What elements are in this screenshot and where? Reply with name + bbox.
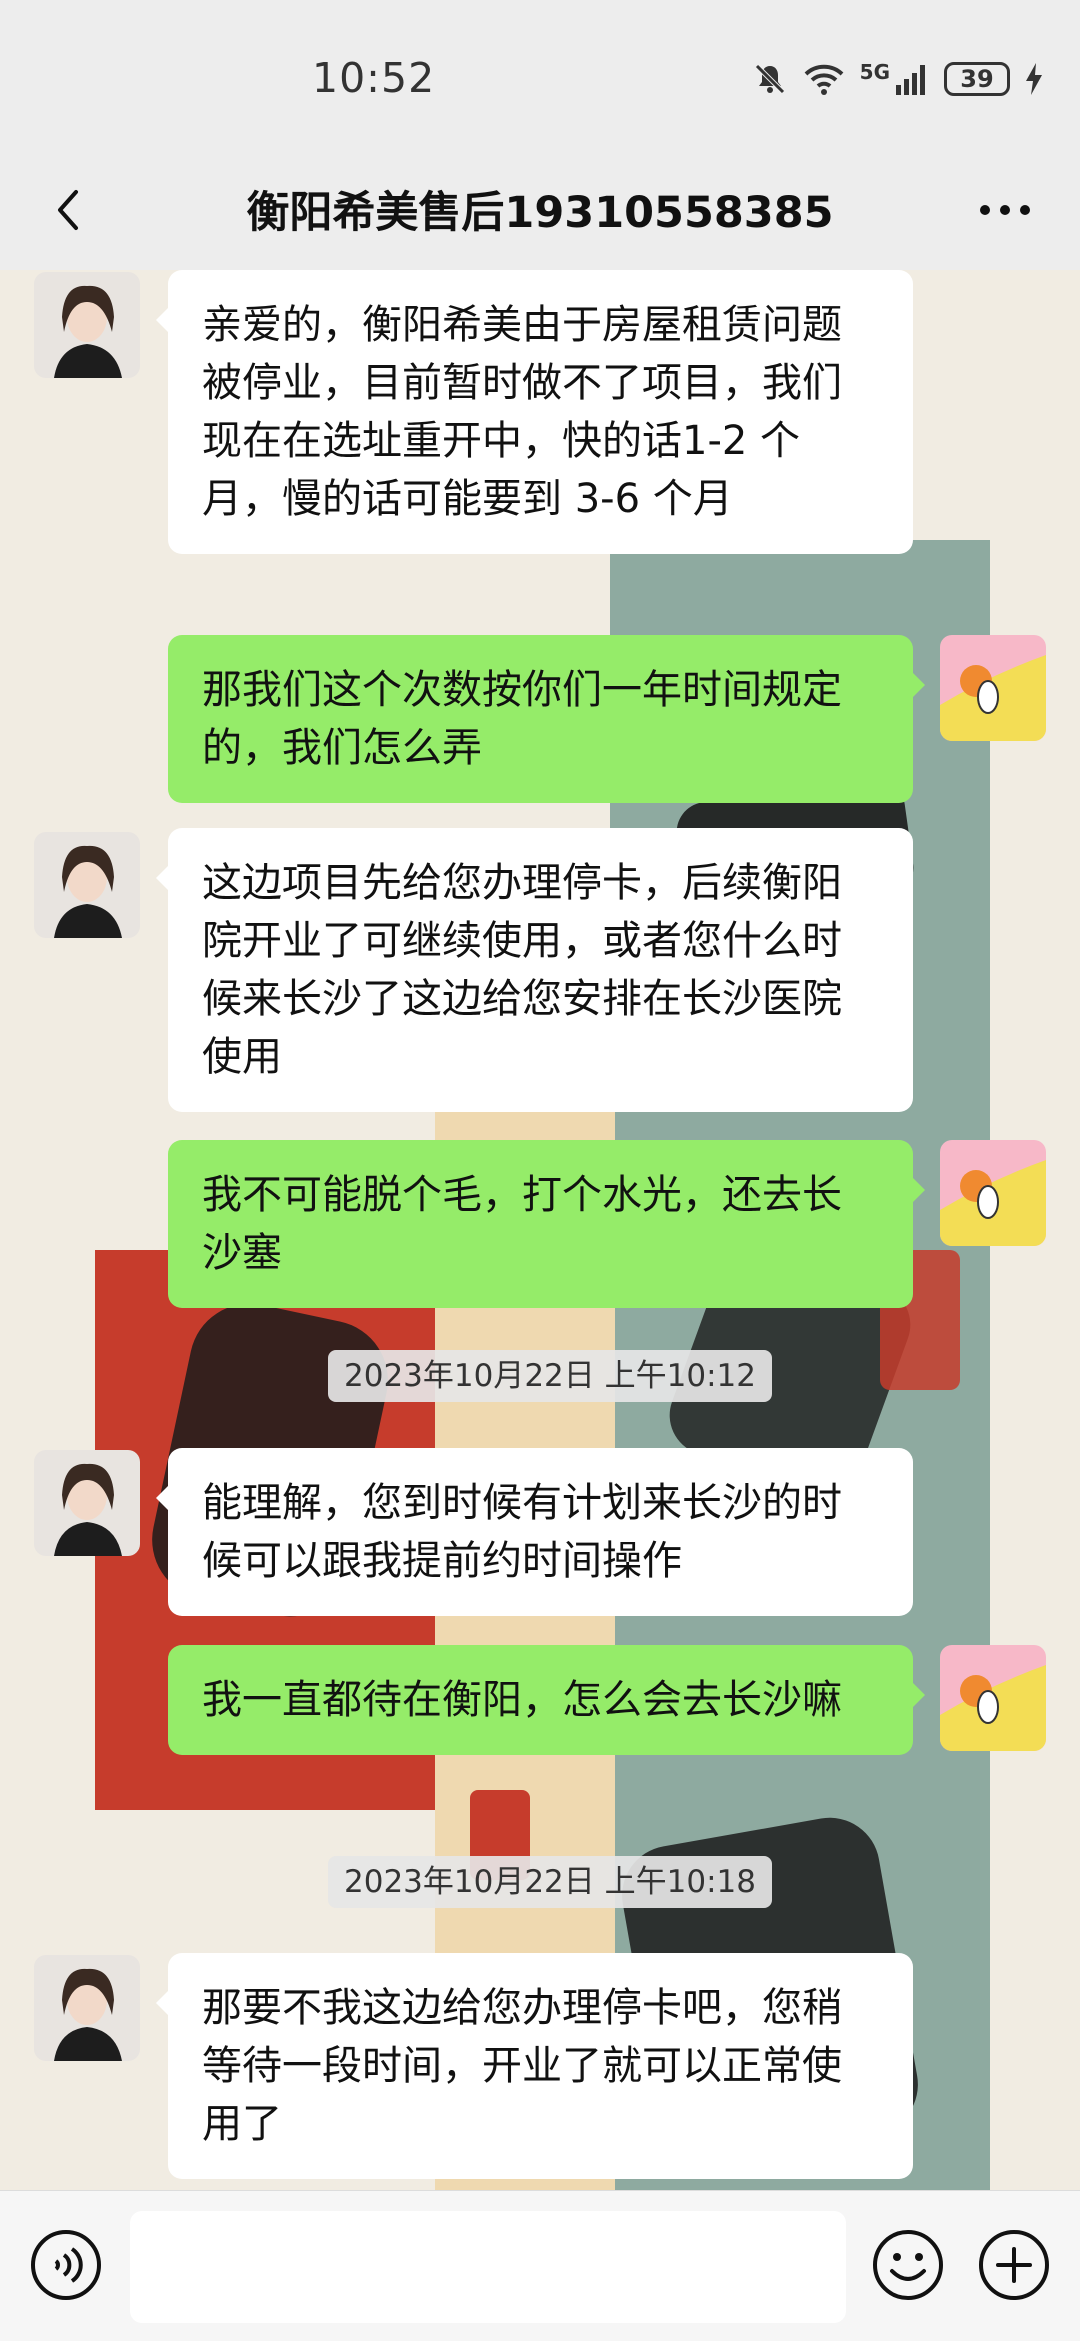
cell-signal-icon [896,65,925,95]
status-time: 10:52 [312,54,436,102]
battery-level: 39 [960,65,994,93]
status-bar: 10:52 5G 39 [0,0,1080,150]
message-bubble[interactable]: 我不可能脱个毛，打个水光，还去长沙塞 [168,1140,925,1308]
message-bubble[interactable]: 能理解，您到时候有计划来长沙的时候可以跟我提前约时间操作 [156,1448,913,1616]
emoji-icon[interactable] [870,2227,946,2303]
chat-area[interactable]: 亲爱的，衡阳希美由于房屋租赁问题被停业，目前暂时做不了项目，我们现在在选址重开中… [0,270,1080,2190]
battery-icon: 39 [944,62,1010,96]
mute-bell-icon [754,64,785,94]
avatar[interactable] [940,1645,1046,1751]
avatar[interactable] [34,1450,140,1556]
message-bubble[interactable]: 亲爱的，衡阳希美由于房屋租赁问题被停业，目前暂时做不了项目，我们现在在选址重开中… [156,270,913,554]
message-bubble[interactable]: 那要不我这边给您办理停卡吧，您稍等待一段时间，开业了就可以正常使用了 [156,1953,913,2179]
message-bubble[interactable]: 我一直都待在衡阳，怎么会去长沙嘛 [168,1645,925,1755]
avatar[interactable] [940,1140,1046,1246]
message-bubble[interactable]: 那我们这个次数按你们一年时间规定的，我们怎么弄 [168,635,925,803]
status-icons: 5G 39 [752,56,1044,102]
avatar[interactable] [34,1955,140,2061]
more-dots-icon[interactable] [970,180,1040,240]
avatar[interactable] [34,832,140,938]
avatar[interactable] [940,635,1046,741]
charging-bolt-icon [1026,63,1042,95]
network-type: 5G [859,60,890,84]
input-bar [0,2190,1080,2341]
timestamp: 2023年10月22日 上午10:18 [328,1856,772,1908]
voice-icon[interactable] [28,2227,104,2303]
timestamp: 2023年10月22日 上午10:12 [328,1350,772,1402]
chat-header: 衡阳希美售后19310558385 [0,150,1080,270]
chat-title: 衡阳希美售后19310558385 [246,188,834,238]
message-bubble[interactable]: 这边项目先给您办理停卡，后续衡阳院开业了可继续使用，或者您什么时候来长沙了这边给… [156,828,913,1112]
message-input[interactable] [130,2211,846,2323]
avatar[interactable] [34,272,140,378]
wifi-icon [804,64,844,95]
plus-icon[interactable] [976,2227,1052,2303]
